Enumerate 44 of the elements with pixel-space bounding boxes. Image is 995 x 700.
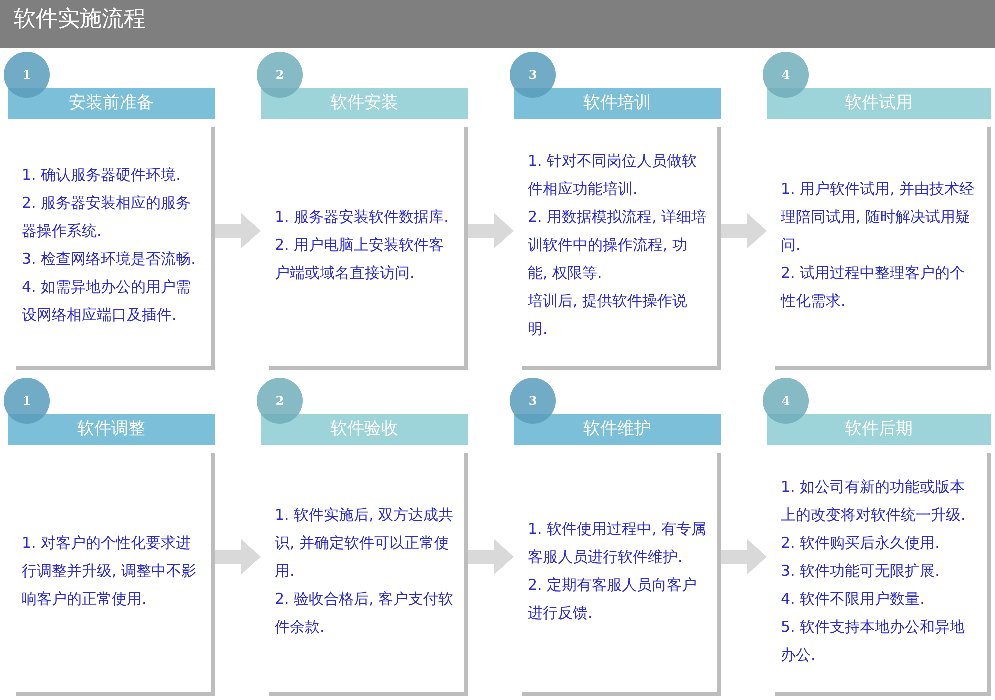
page-title: 软件实施流程 xyxy=(13,6,147,34)
step-heading: 软件后期 xyxy=(767,414,991,445)
step-text: 2. 试用过程中整理客户的个性化需求. xyxy=(781,262,966,312)
step-text: 培训后, 提供软件操作说明. xyxy=(528,290,689,340)
step-heading: 软件试用 xyxy=(767,88,991,119)
step-text: 3. 软件功能可无限扩展. xyxy=(781,560,941,582)
step-text: 1. 如公司有新的功能或版本上的改变将对软件统一升级. xyxy=(781,476,967,526)
step-heading: 安装前准备 xyxy=(8,88,215,119)
step-heading: 软件维护 xyxy=(514,414,721,445)
step-number: 2 xyxy=(257,52,303,98)
step-number: 1 xyxy=(4,52,50,98)
arrow-icon xyxy=(721,539,767,575)
step-number: 3 xyxy=(510,52,556,98)
step-text: 1. 对客户的个性化要求进行调整并升级, 调整中不影响客户的正常使用. xyxy=(22,532,198,610)
step-text: 2. 定期有客服人员向客户进行反馈. xyxy=(528,574,698,624)
step-number: 2 xyxy=(257,378,303,424)
step-text: 2. 验收合格后, 客户支付软件余款. xyxy=(275,588,454,638)
step-text: 2. 软件购买后永久使用. xyxy=(781,532,941,554)
arrow-icon xyxy=(468,539,514,575)
step-text: 3. 检查网络环境是否流畅. xyxy=(22,248,197,270)
step-text: 1. 针对不同岗位人员做软件相应功能培训. xyxy=(528,150,698,200)
step-number: 3 xyxy=(510,378,556,424)
step-heading: 软件培训 xyxy=(514,88,721,119)
step-text: 1. 软件实施后, 双方达成共识, 并确定软件可以正常使用. xyxy=(275,504,454,582)
step-heading: 软件调整 xyxy=(8,414,215,445)
step-text: 1. 服务器安装软件数据库. xyxy=(275,206,450,228)
step-text: 1. 确认服务器硬件环境. xyxy=(22,164,182,186)
step-number: 4 xyxy=(763,52,809,98)
arrow-icon xyxy=(215,539,261,575)
step-text: 2. 用户电脑上安装软件客户端或域名直接访问. xyxy=(275,234,446,284)
step-text: 1. 用户软件试用, 并由技术经理陪同试用, 随时解决试用疑问. xyxy=(781,178,976,256)
step-text: 2. 服务器安装相应的服务器操作系统. xyxy=(22,192,192,242)
step-text: 2. 用数据模拟流程, 详细培训软件中的操作流程, 功能, 权限等. xyxy=(528,206,707,284)
step-heading: 软件安装 xyxy=(261,88,468,119)
step-heading: 软件验收 xyxy=(261,414,468,445)
arrow-icon xyxy=(721,213,767,249)
step-text: 4. 软件不限用户数量. xyxy=(781,588,926,610)
arrow-icon xyxy=(468,213,514,249)
step-number: 4 xyxy=(763,378,809,424)
step-text: 5. 软件支持本地办公和异地办公. xyxy=(781,616,966,666)
step-text: 1. 软件使用过程中, 有专属客服人员进行软件维护. xyxy=(528,518,707,568)
arrow-icon xyxy=(215,213,261,249)
step-number: 1 xyxy=(4,378,50,424)
step-text: 4. 如需异地办公的用户需设网络相应端口及插件. xyxy=(22,276,192,326)
